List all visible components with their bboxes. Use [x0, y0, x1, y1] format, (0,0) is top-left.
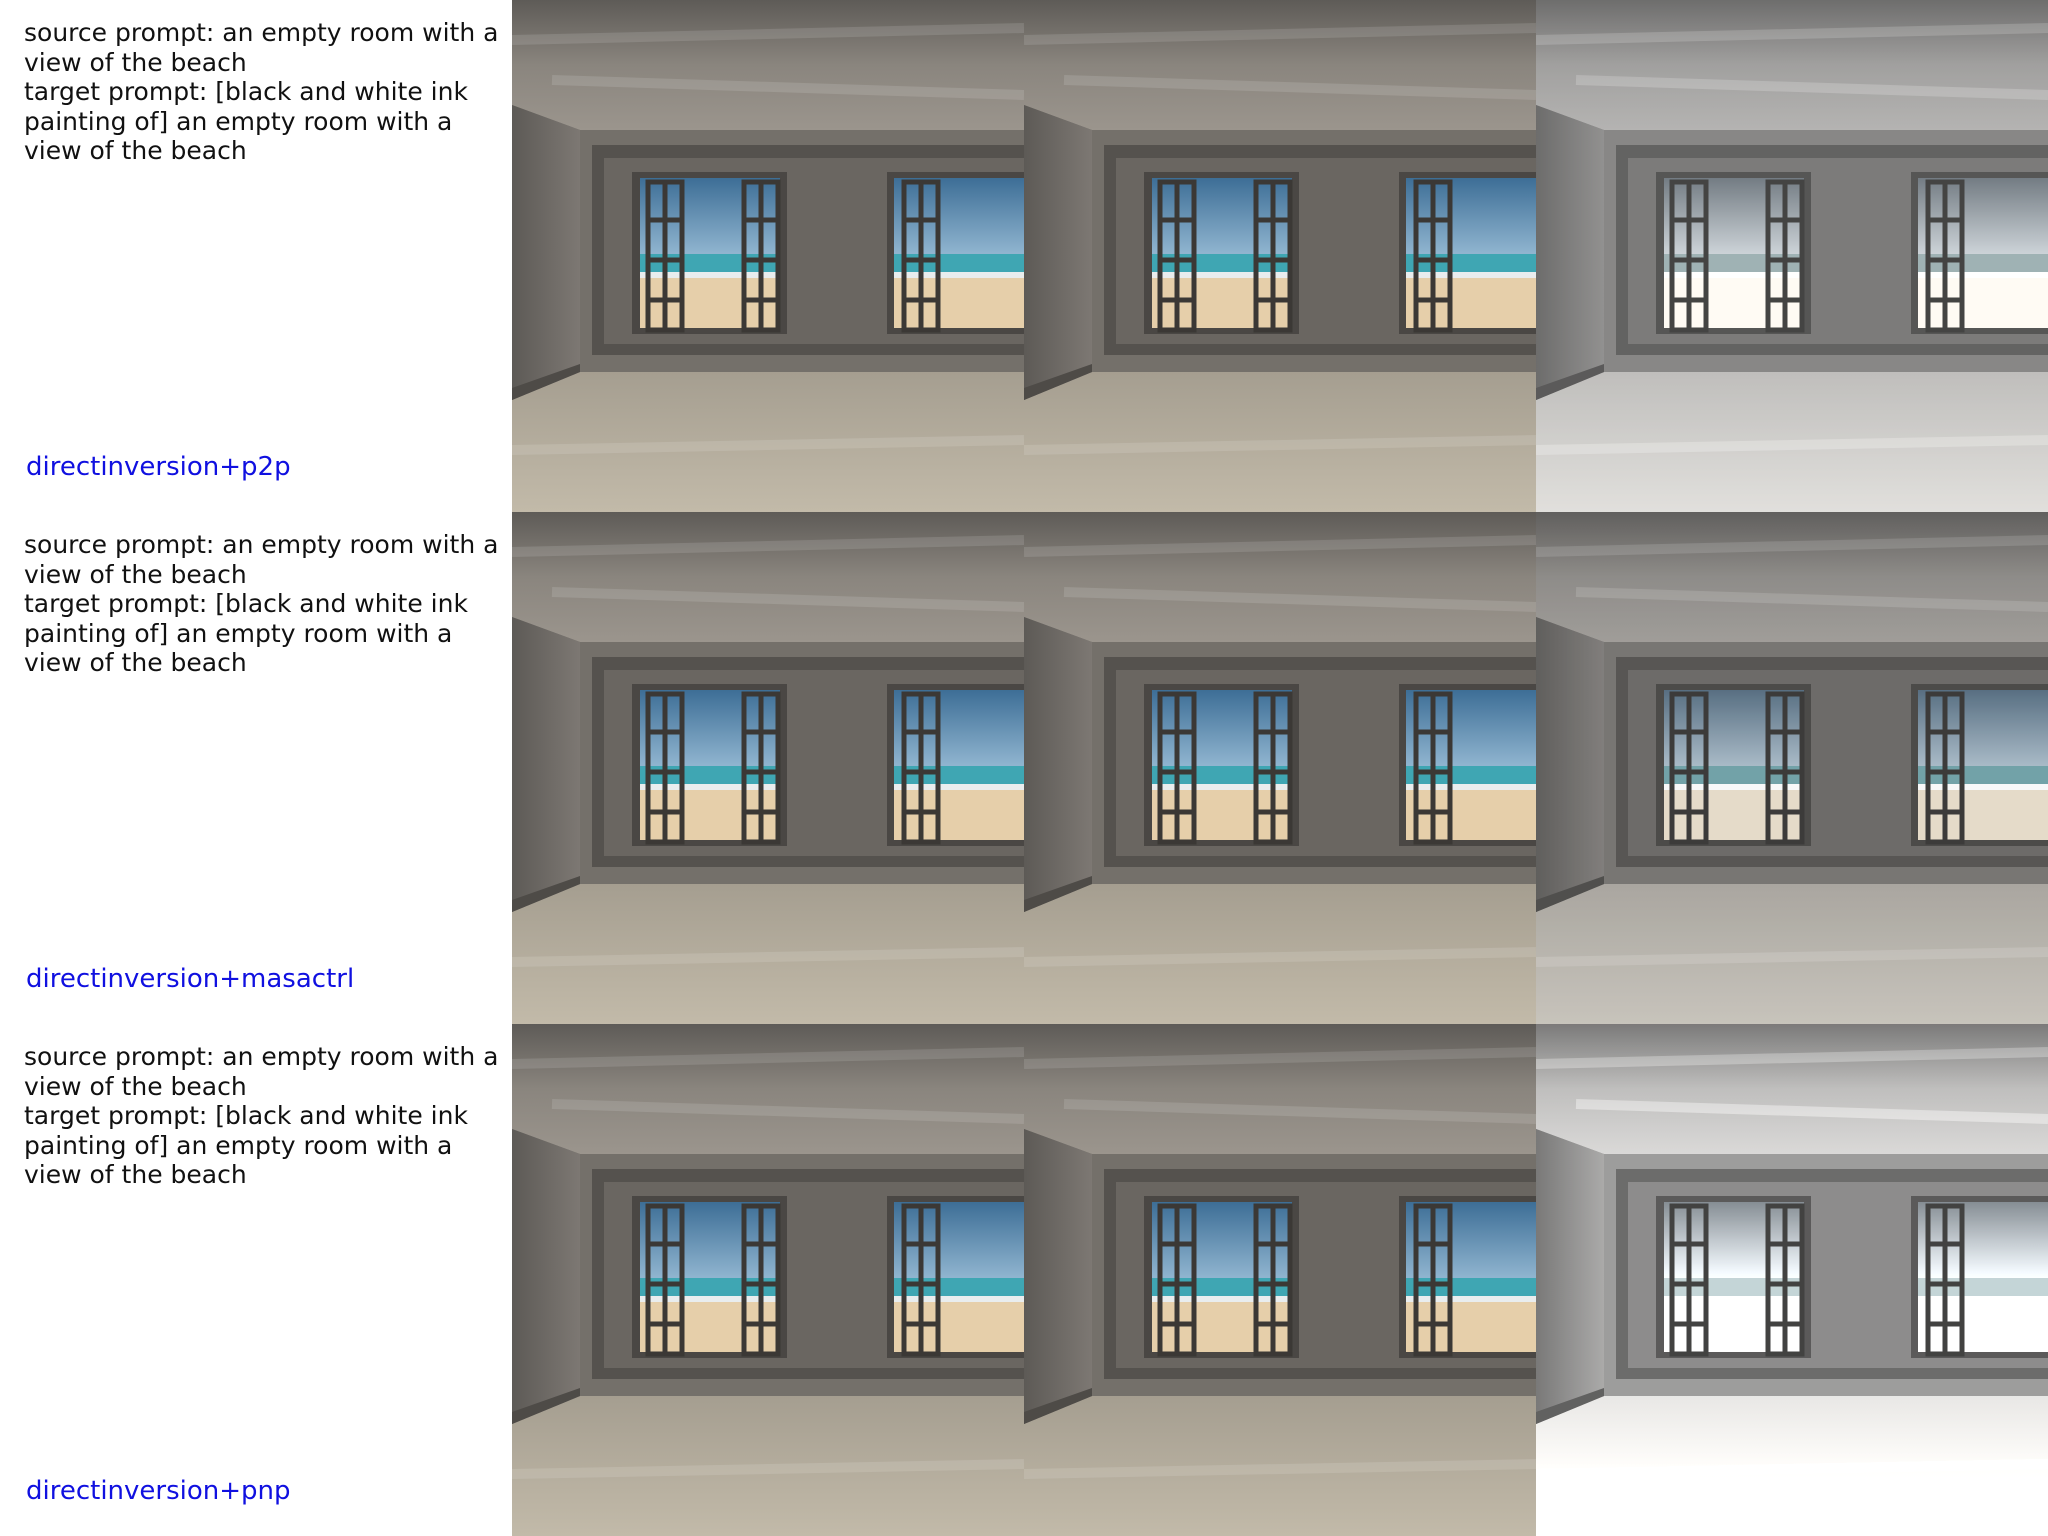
caption-cell: source prompt: an empty room with a view… [0, 512, 512, 1024]
result-row: source prompt: an empty room with a view… [0, 512, 2048, 1024]
target-prompt: target prompt: [black and white ink pain… [24, 589, 468, 677]
reconstruction-image [1024, 1024, 1536, 1536]
method-label: directinversion+pnp [26, 1476, 291, 1506]
reconstruction-image [1024, 512, 1536, 1024]
method-label: directinversion+masactrl [26, 964, 355, 994]
source-image [512, 512, 1024, 1024]
source-prompt: source prompt: an empty room with a view… [24, 1042, 499, 1101]
target-prompt: target prompt: [black and white ink pain… [24, 77, 468, 165]
prompt-text: source prompt: an empty room with a view… [24, 18, 508, 166]
source-prompt: source prompt: an empty room with a view… [24, 18, 499, 77]
target-prompt: target prompt: [black and white ink pain… [24, 1101, 468, 1189]
edited-image [1536, 1024, 2048, 1536]
prompt-text: source prompt: an empty room with a view… [24, 530, 508, 678]
result-row: source prompt: an empty room with a view… [0, 0, 2048, 512]
source-image [512, 0, 1024, 512]
method-label: directinversion+p2p [26, 452, 291, 482]
source-image [512, 1024, 1024, 1536]
prompt-text: source prompt: an empty room with a view… [24, 1042, 508, 1190]
edited-image [1536, 0, 2048, 512]
edited-image [1536, 512, 2048, 1024]
result-row: source prompt: an empty room with a view… [0, 1024, 2048, 1536]
source-prompt: source prompt: an empty room with a view… [24, 530, 499, 589]
caption-cell: source prompt: an empty room with a view… [0, 1024, 512, 1536]
reconstruction-image [1024, 0, 1536, 512]
caption-cell: source prompt: an empty room with a view… [0, 0, 512, 512]
